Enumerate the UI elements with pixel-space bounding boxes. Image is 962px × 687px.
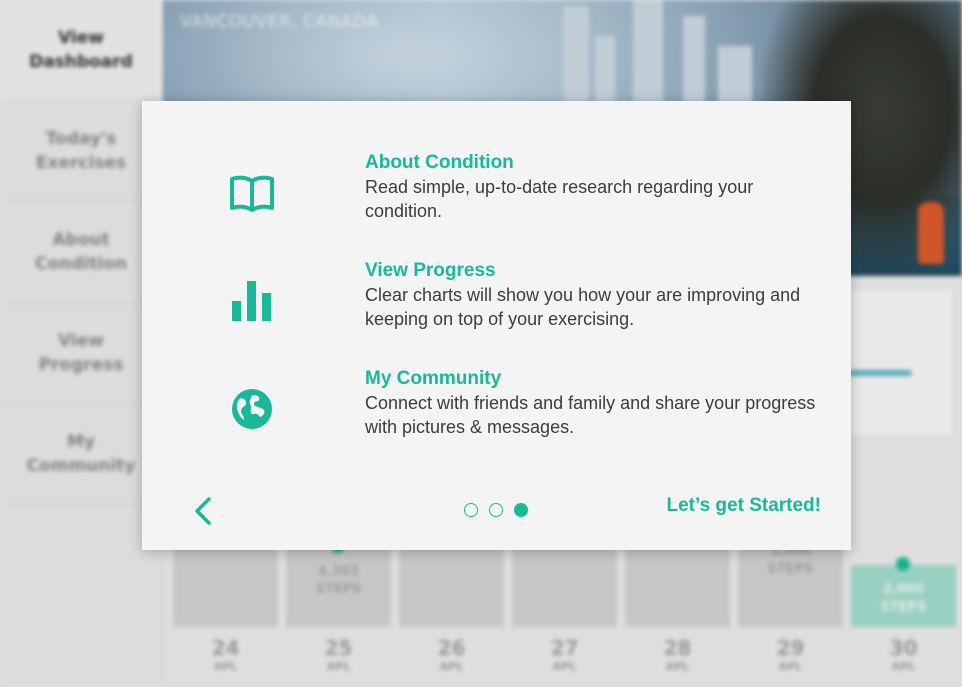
feature-my-community: My Community Connect with friends and fa… (142, 367, 851, 457)
page-indicator (464, 503, 528, 517)
globe-icon (222, 379, 282, 439)
bar-chart-icon (222, 271, 282, 331)
feature-title: View Progress (365, 260, 496, 281)
feature-title: My Community (365, 368, 502, 389)
get-started-button[interactable]: Let’s get Started! (667, 494, 822, 518)
page-dot-1[interactable] (464, 503, 478, 517)
chevron-left-icon (195, 497, 211, 525)
book-icon (222, 163, 282, 223)
onboarding-modal: About Condition Read simple, up-to-date … (142, 101, 851, 550)
back-button[interactable] (188, 496, 218, 526)
feature-description: Read simple, up-to-date research regardi… (365, 177, 754, 221)
page-dot-3-active[interactable] (514, 503, 528, 517)
page-dot-2[interactable] (489, 503, 503, 517)
feature-title: About Condition (365, 152, 514, 173)
feature-about-condition: About Condition Read simple, up-to-date … (142, 151, 851, 241)
feature-description: Connect with friends and family and shar… (365, 393, 816, 437)
feature-view-progress: View Progress Clear charts will show you… (142, 259, 851, 349)
feature-description: Clear charts will show you how your are … (365, 285, 801, 329)
